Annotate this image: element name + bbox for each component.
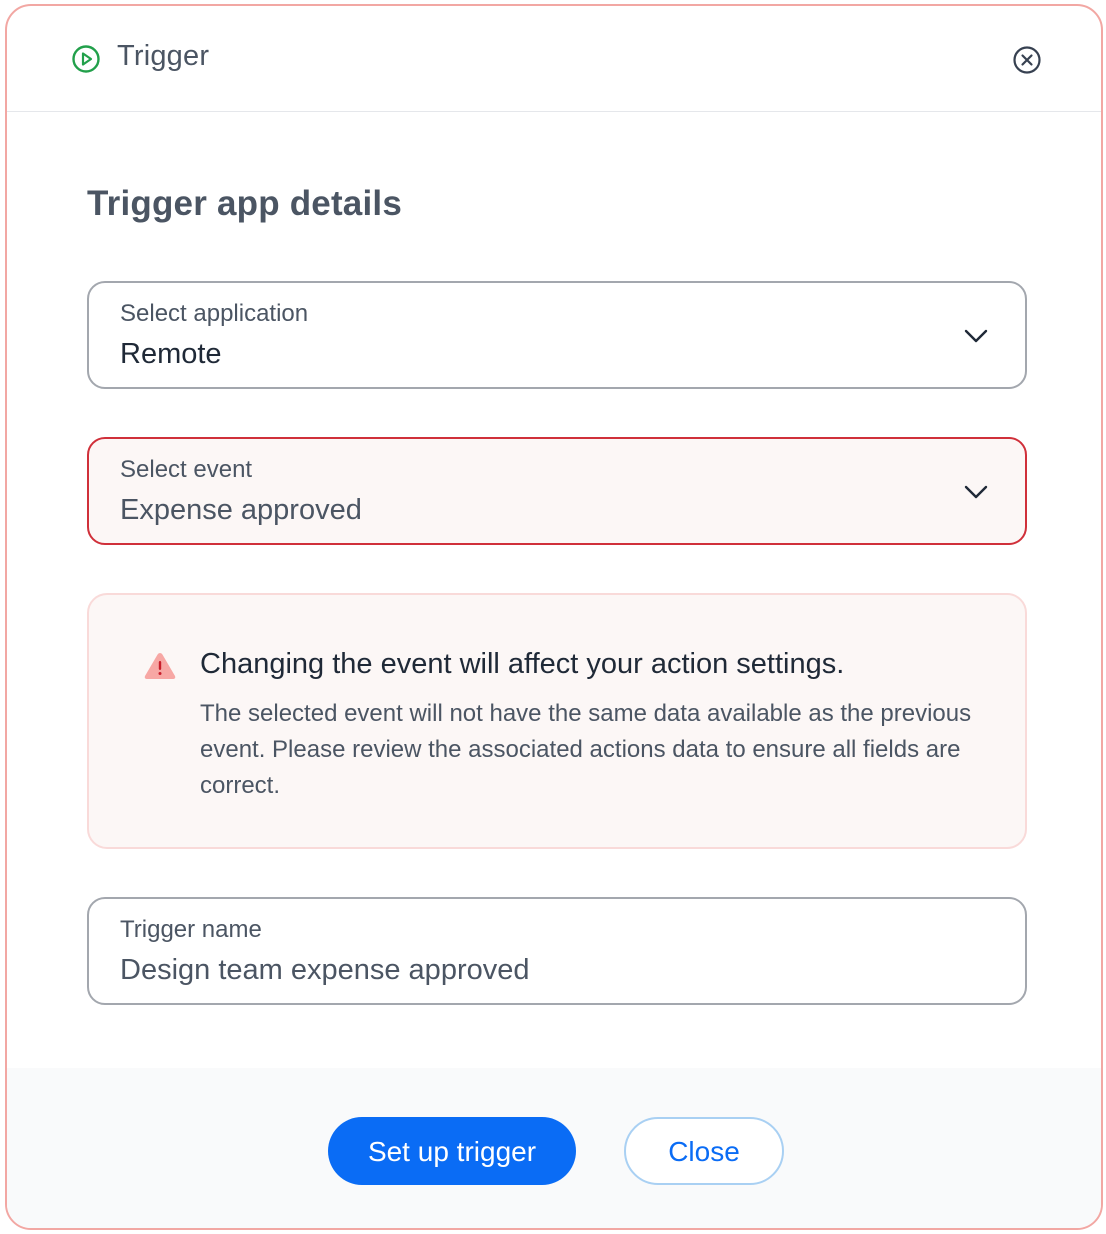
set-up-trigger-button[interactable]: Set up trigger [328, 1117, 576, 1185]
panel-title: Trigger [117, 40, 210, 72]
warning-triangle-icon [144, 653, 176, 679]
trigger-name-value[interactable]: Design team expense approved [120, 954, 529, 987]
select-event-dropdown[interactable]: Select event Expense approved [87, 437, 1027, 545]
close-circle-icon[interactable] [1011, 44, 1043, 76]
alert-body: The selected event will not have the sam… [200, 700, 972, 799]
select-application-dropdown[interactable]: Select application Remote [87, 281, 1027, 389]
alert-title: Changing the event will affect your acti… [200, 648, 845, 680]
warning-alert: Changing the event will affect your acti… [87, 593, 1027, 849]
chevron-down-icon [964, 485, 988, 499]
play-circle-icon [72, 45, 100, 73]
chevron-down-icon [964, 329, 988, 343]
select-event-value: Expense approved [120, 494, 362, 526]
select-event-label: Select event [120, 456, 253, 483]
select-application-label: Select application [120, 300, 309, 327]
panel-footer: Set up trigger Close [7, 1068, 1101, 1228]
trigger-name-field[interactable]: Trigger name Design team expense approve… [87, 897, 1027, 1005]
trigger-name-label: Trigger name [120, 916, 262, 943]
trigger-panel: Trigger Trigger app details Select appli… [5, 4, 1103, 1230]
close-button[interactable]: Close [624, 1117, 784, 1185]
section-title: Trigger app details [87, 184, 402, 223]
select-application-value: Remote [120, 338, 222, 370]
panel-header: Trigger [7, 6, 1101, 112]
